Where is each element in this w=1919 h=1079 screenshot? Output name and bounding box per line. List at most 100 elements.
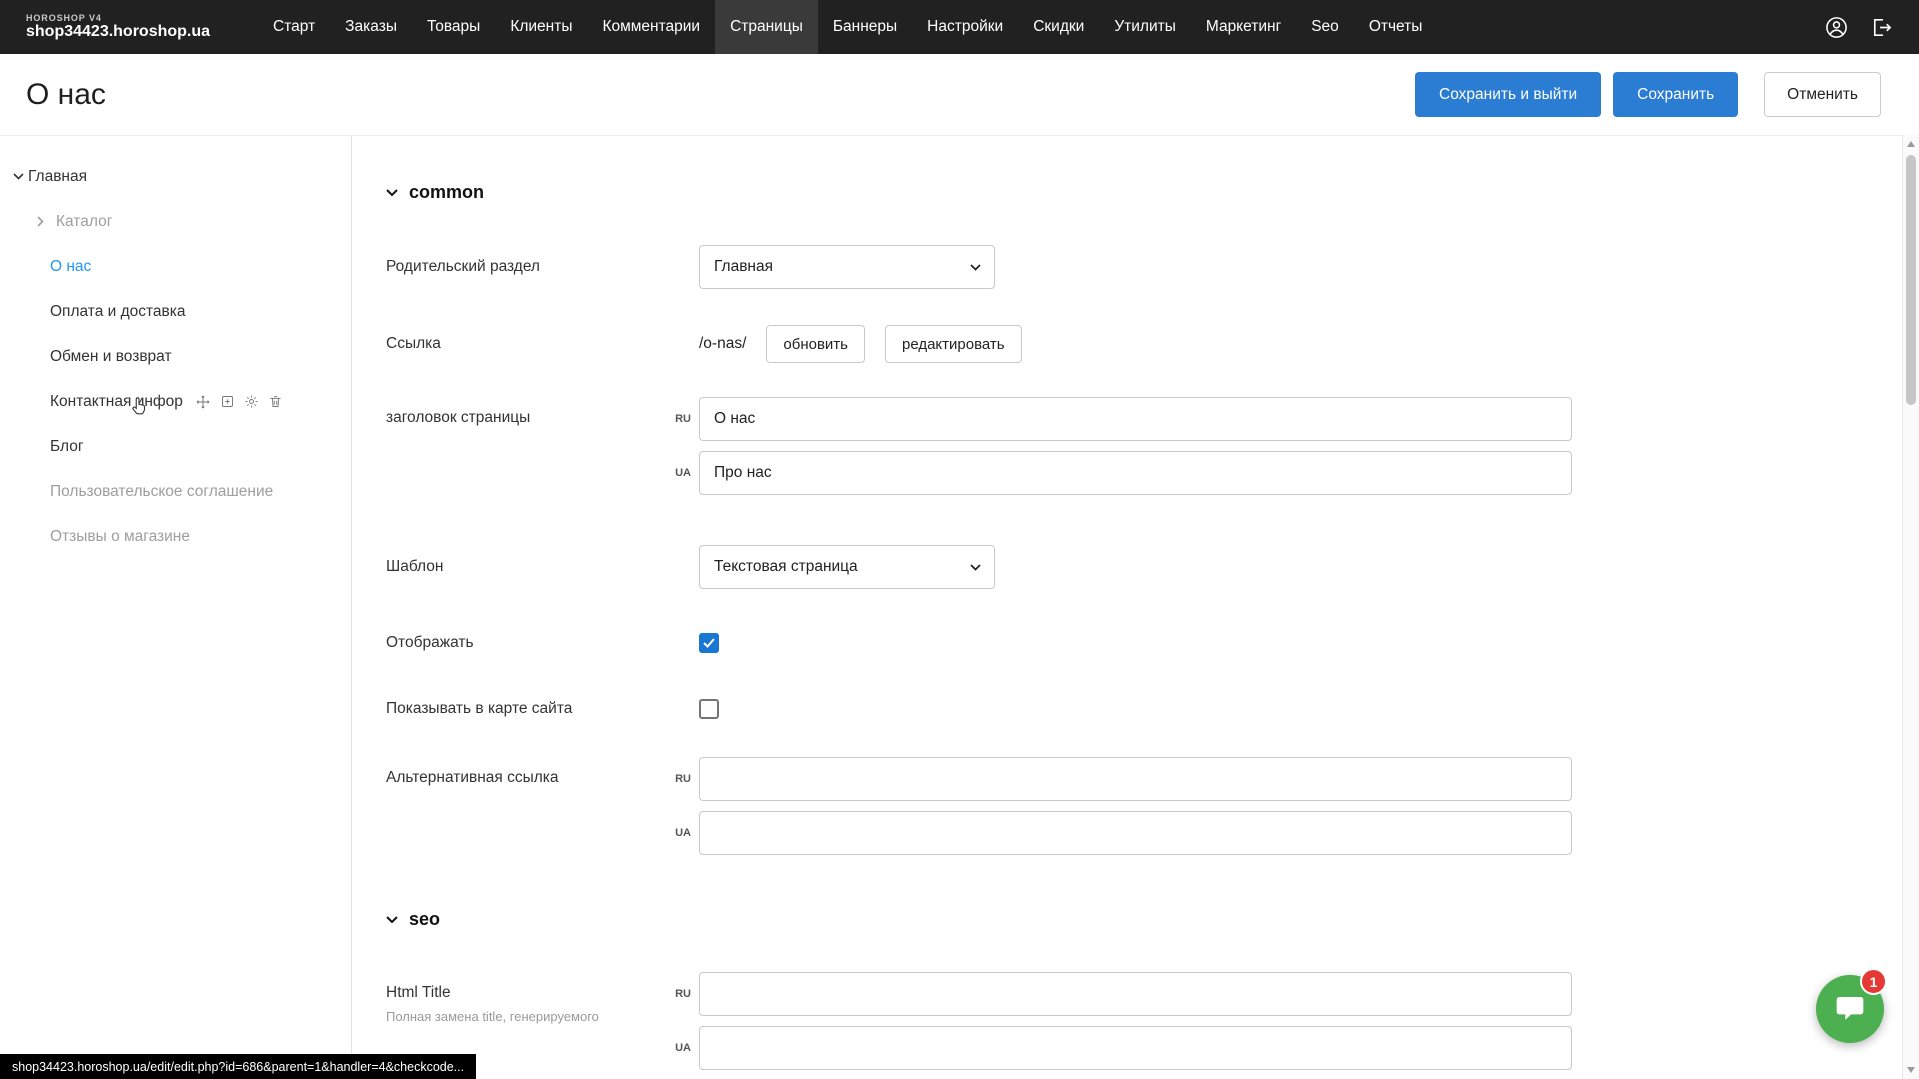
field-label: Альтернативная ссылка [386, 757, 699, 787]
brand-domain: shop34423.horoshop.ua [26, 23, 210, 41]
scroll-down-arrow[interactable] [1907, 1067, 1915, 1073]
html-title-ru-input[interactable] [699, 972, 1572, 1016]
sidebar-item-oplata[interactable]: Оплата и доставка [0, 289, 351, 334]
section-common-toggle[interactable]: common [386, 182, 1919, 203]
topbar-icons [1825, 16, 1893, 39]
html-title-ua-input[interactable] [699, 1026, 1572, 1070]
chevron-down-icon [386, 189, 398, 197]
field-label: Html Title [386, 984, 699, 1002]
sidebar-item-o-nas[interactable]: О нас [0, 244, 351, 289]
move-icon[interactable] [195, 394, 211, 410]
sidebar-item-blog[interactable]: Блог [0, 424, 351, 469]
nav-start[interactable]: Старт [258, 0, 330, 54]
chevron-down-icon [386, 916, 398, 924]
lang-row-ua: UA [699, 1026, 1572, 1070]
save-and-exit-button[interactable]: Сохранить и выйти [1415, 72, 1601, 117]
sidebar-item-katalog[interactable]: Каталог [0, 199, 351, 244]
lang-row-ru: RU [699, 397, 1572, 441]
trash-icon[interactable] [268, 394, 283, 409]
logout-icon[interactable] [1870, 16, 1893, 39]
sidebar-item-label: Оплата и доставка [50, 303, 186, 321]
field-label: Показывать в карте сайта [386, 700, 699, 718]
link-path: /o-nas/ [699, 335, 746, 353]
top-navigation: Старт Заказы Товары Клиенты Комментарии … [258, 0, 1437, 54]
field-label: Родительский раздел [386, 258, 699, 276]
nav-settings[interactable]: Настройки [912, 0, 1018, 54]
field-label-block: Html Title Полная замена title, генериру… [386, 972, 699, 1026]
edit-link-button[interactable]: редактировать [885, 325, 1022, 363]
save-button[interactable]: Сохранить [1613, 72, 1738, 117]
plus-square-icon[interactable] [220, 394, 235, 409]
check-icon [703, 638, 715, 648]
browser-status-url: shop34423.horoshop.ua/edit/edit.php?id=6… [0, 1054, 476, 1079]
template-select[interactable]: Текстовая страница [699, 545, 995, 589]
sidebar-item-obmen[interactable]: Обмен и возврат [0, 334, 351, 379]
brand[interactable]: HOROSHOP V4 shop34423.horoshop.ua [26, 13, 210, 42]
gear-icon[interactable] [244, 394, 259, 409]
section-seo-toggle[interactable]: seo [386, 909, 1919, 930]
chat-widget: 1 [1816, 975, 1884, 1043]
display-checkbox[interactable] [699, 633, 719, 653]
field-hint: Полная замена title, генерируемого [386, 1008, 699, 1026]
field-label: Ссылка [386, 335, 699, 353]
alt-link-ua-input[interactable] [699, 811, 1572, 855]
nav-pages[interactable]: Страницы [715, 0, 818, 54]
nav-seo[interactable]: Seo [1296, 0, 1354, 54]
parent-section-select[interactable]: Главная [699, 245, 995, 289]
pages-tree-sidebar: Главная Каталог О нас Оплата и доставка … [0, 136, 352, 1079]
lang-row-ua: UA [699, 811, 1572, 855]
nav-discounts[interactable]: Скидки [1018, 0, 1099, 54]
update-link-button[interactable]: обновить [766, 325, 865, 363]
lang-badge-ru: RU [665, 773, 691, 785]
chevron-right-icon[interactable] [30, 216, 50, 227]
topbar: HOROSHOP V4 shop34423.horoshop.ua Старт … [0, 0, 1919, 54]
nav-reports[interactable]: Отчеты [1354, 0, 1438, 54]
sidebar-item-soglashenie[interactable]: Пользовательское соглашение [0, 469, 351, 514]
alt-link-ru-input[interactable] [699, 757, 1572, 801]
sidebar-item-glavnaya[interactable]: Главная [0, 154, 351, 199]
scrollbar-thumb[interactable] [1906, 155, 1916, 405]
chevron-down-icon[interactable] [8, 173, 28, 180]
form-row-alt-link: Альтернативная ссылка RU UA [386, 757, 1919, 855]
lang-row-ru: RU [699, 972, 1572, 1016]
form-row-sitemap: Показывать в карте сайта [386, 699, 1919, 719]
nav-products[interactable]: Товары [412, 0, 495, 54]
select-value: Текстовая страница [714, 558, 858, 576]
link-controls: /o-nas/ обновить редактировать [699, 325, 1042, 363]
nav-comments[interactable]: Комментарии [587, 0, 715, 54]
content-area: Главная Каталог О нас Оплата и доставка … [0, 135, 1919, 1079]
sidebar-item-label: О нас [50, 258, 91, 276]
sidebar-item-label: Каталог [56, 213, 112, 231]
account-icon[interactable] [1825, 16, 1848, 39]
scroll-up-arrow[interactable] [1907, 141, 1915, 147]
select-value: Главная [714, 258, 773, 276]
chat-unread-badge: 1 [1860, 968, 1887, 995]
sidebar-item-label: Контактная инфор [50, 393, 183, 411]
nav-orders[interactable]: Заказы [330, 0, 412, 54]
sidebar-item-label: Обмен и возврат [50, 348, 172, 366]
lang-inputs: RU UA [699, 757, 1572, 855]
page-title-ru-input[interactable] [699, 397, 1572, 441]
nav-banners[interactable]: Баннеры [818, 0, 912, 54]
sidebar-item-kontaktnaya[interactable]: Контактная инфор [0, 379, 351, 424]
page-title: О нас [26, 78, 106, 112]
field-label: заголовок страницы [386, 397, 699, 427]
lang-badge-ua: UA [665, 467, 691, 479]
lang-row-ua: UA [699, 451, 1572, 495]
vertical-scrollbar[interactable] [1902, 135, 1919, 1079]
sidebar-item-otzyvy[interactable]: Отзывы о магазине [0, 514, 351, 559]
section-title: common [409, 182, 484, 203]
nav-utilities[interactable]: Утилиты [1099, 0, 1191, 54]
sidebar-item-label: Главная [28, 168, 87, 186]
sidebar-item-label: Блог [50, 438, 84, 456]
sidebar-item-label: Отзывы о магазине [50, 528, 190, 546]
nav-clients[interactable]: Клиенты [495, 0, 587, 54]
page-title-ua-input[interactable] [699, 451, 1572, 495]
lang-inputs: RU UA [699, 972, 1572, 1070]
header-actions: Сохранить и выйти Сохранить Отменить [1415, 72, 1881, 117]
page-header: О нас Сохранить и выйти Сохранить Отмени… [0, 54, 1919, 135]
sitemap-checkbox[interactable] [699, 699, 719, 719]
cancel-button[interactable]: Отменить [1764, 72, 1881, 117]
nav-marketing[interactable]: Маркетинг [1191, 0, 1296, 54]
tree-row-actions [195, 394, 283, 410]
